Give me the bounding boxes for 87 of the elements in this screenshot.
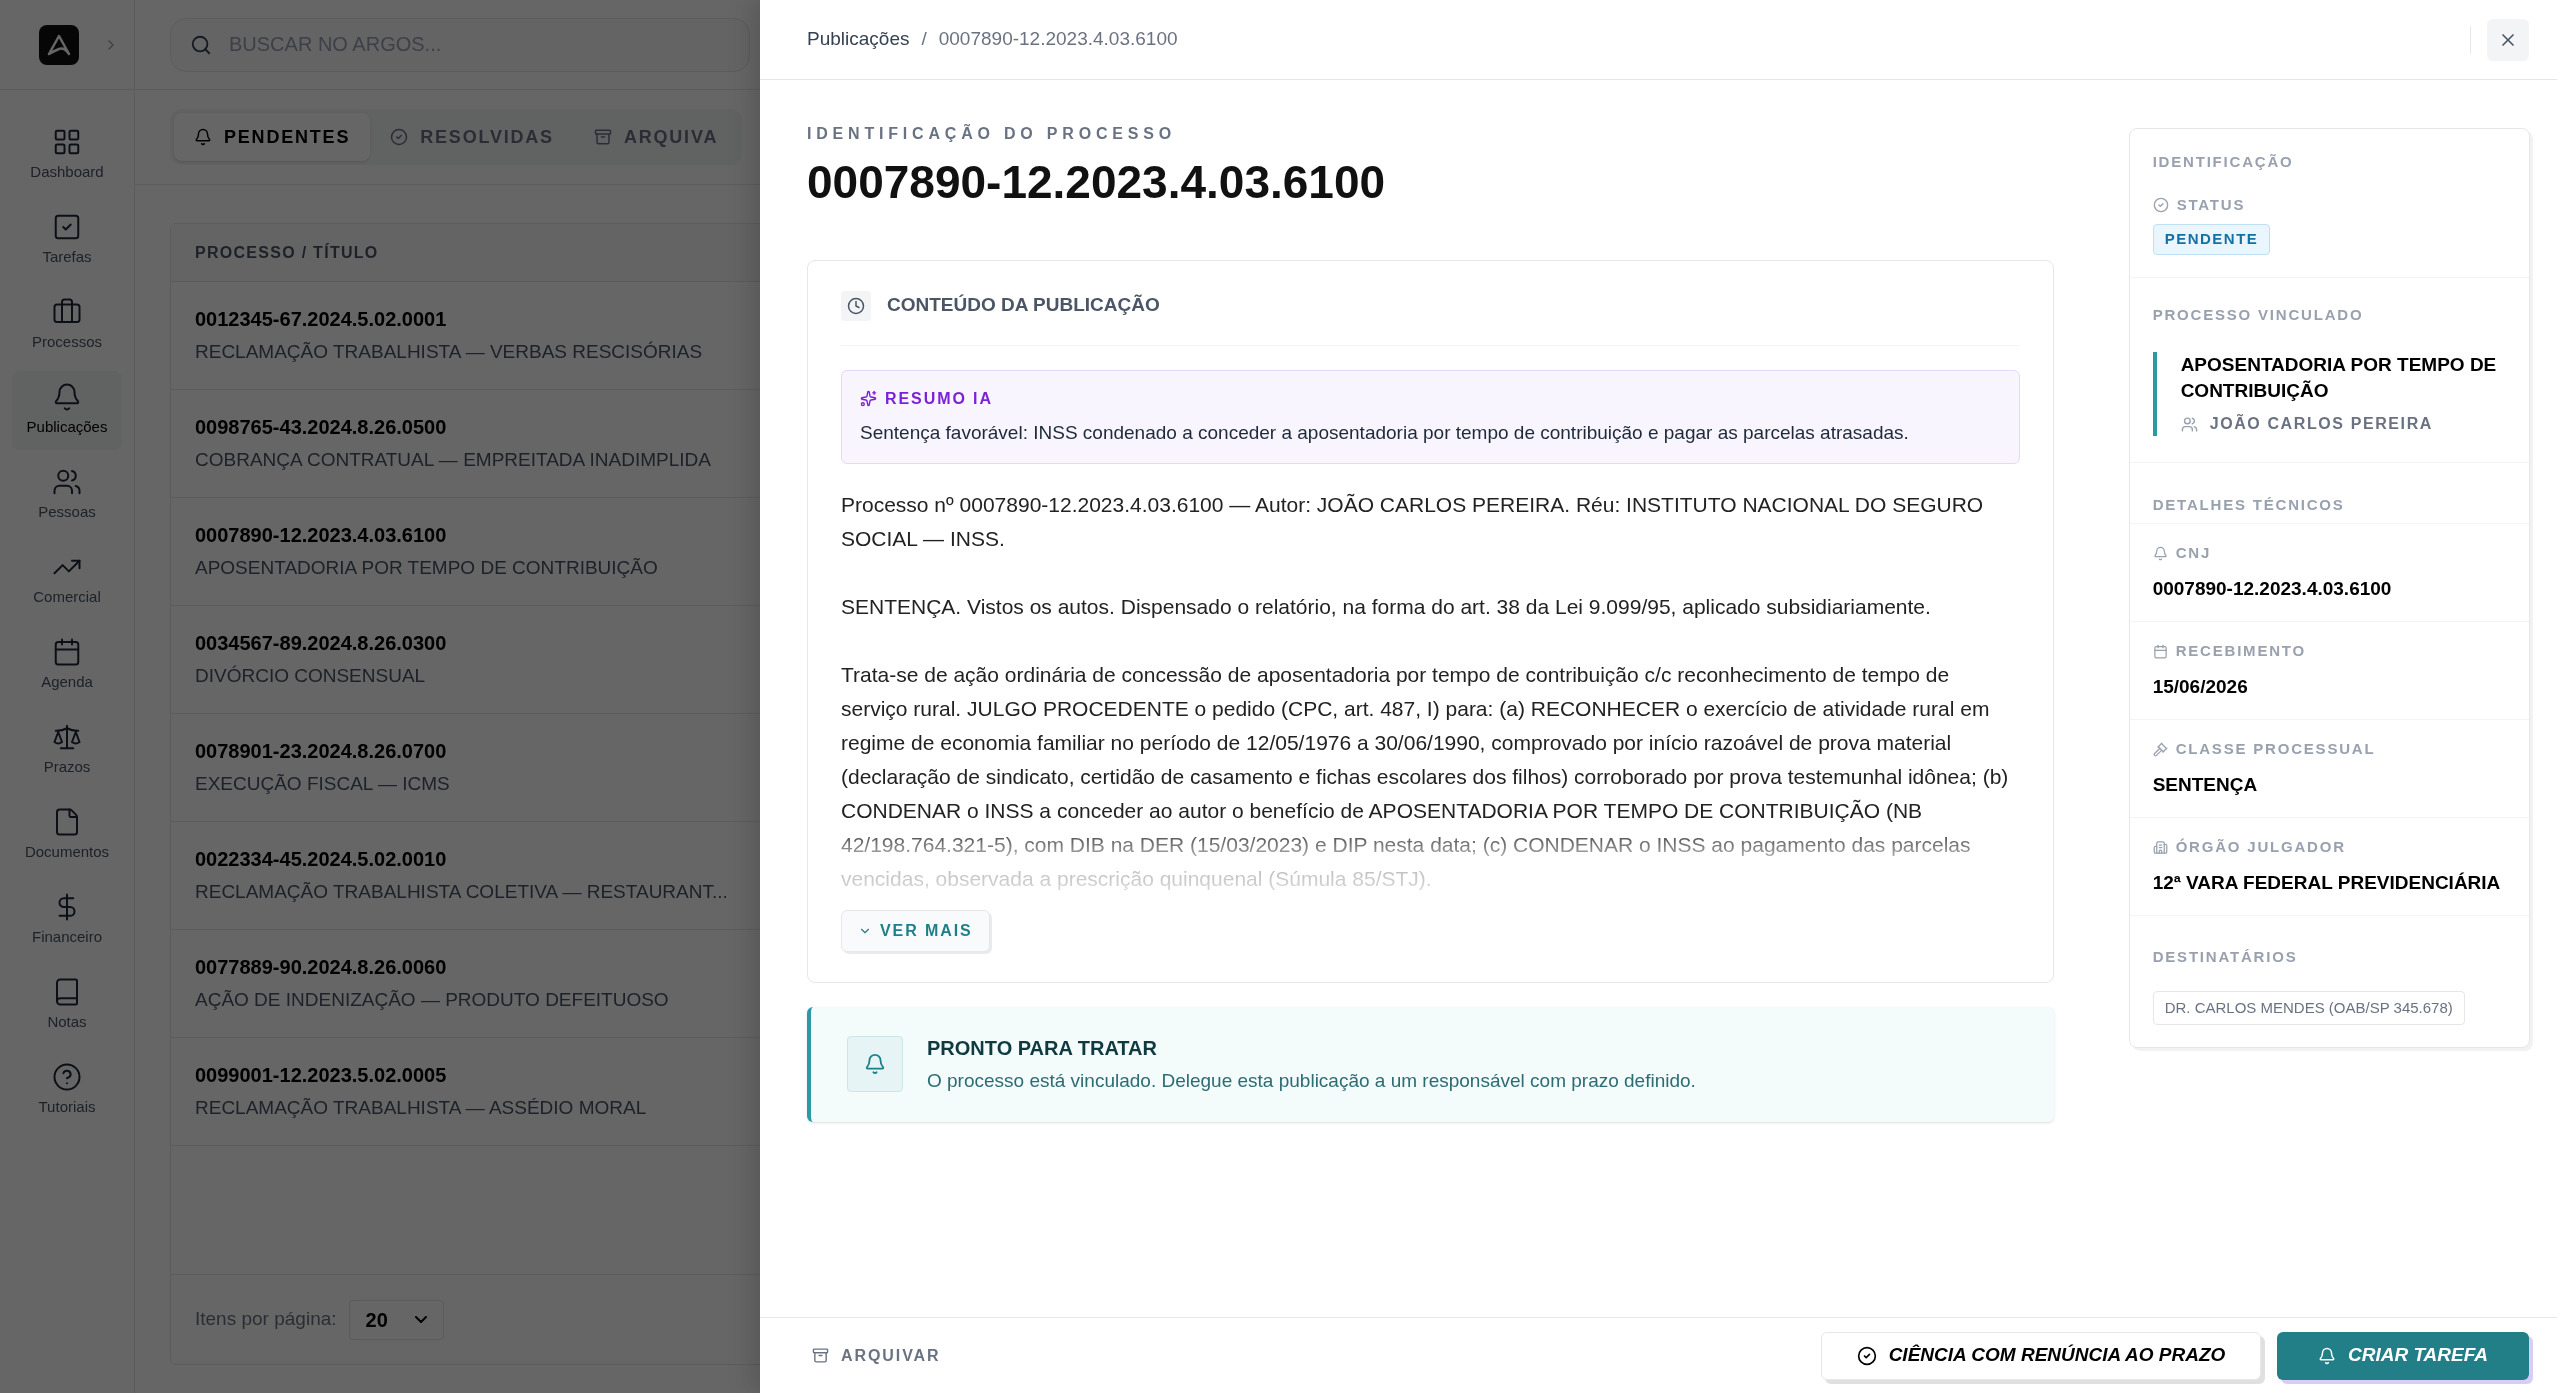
- check-circle-icon: [390, 128, 409, 146]
- tab[interactable]: PENDENTES: [174, 113, 371, 161]
- gavel-icon: [2152, 741, 2168, 757]
- field-label: ÓRGÃO JULGADOR: [2175, 837, 2346, 857]
- process-number: 0007890-12.2023.4.03.6100: [195, 523, 447, 549]
- archive-icon: [812, 1347, 829, 1364]
- bell-icon: [194, 128, 212, 146]
- field-label: RECEBIMENTO: [2175, 641, 2306, 661]
- check-circle-icon: [1856, 1345, 1877, 1366]
- nav-item[interactable]: Documentos: [12, 796, 122, 875]
- section-eyebrow: IDENTIFICAÇÃO DO PROCESSO: [807, 123, 1177, 144]
- page-size-select[interactable]: 20: [348, 1299, 444, 1340]
- nav-item[interactable]: Agenda: [12, 626, 122, 705]
- see-more-button[interactable]: VER MAIS: [841, 910, 990, 952]
- field-label: CNJ: [2175, 543, 2212, 563]
- alert-title: PRONTO PARA TRATAR: [927, 1036, 1158, 1061]
- process-number: 0034567-89.2024.8.26.0300: [195, 631, 447, 657]
- process-number: 0012345-67.2024.5.02.0001: [195, 307, 447, 333]
- process-number: 0022334-45.2024.5.02.0010: [195, 847, 447, 873]
- section-heading: PROCESSO VINCULADO: [2152, 304, 2365, 325]
- field-value: SENTENÇA: [2152, 772, 2259, 797]
- process-title: AÇÃO DE INDENIZAÇÃO — PRODUTO DEFEITUOSO: [195, 988, 669, 1013]
- nav-item[interactable]: Financeiro: [12, 881, 122, 960]
- section-heading: DETALHES TÉCNICOS: [2152, 496, 2345, 513]
- nav-item[interactable]: Tarefas: [12, 201, 122, 280]
- calendar-icon: [2152, 643, 2168, 659]
- caret-icon: [414, 1316, 427, 1323]
- bell-icon: [2317, 1346, 2336, 1365]
- publication-paragraph: SENTENÇA. Vistos os autos. Dispensado o relatório, na forma do art. 38 da Lei 9.099/95, aplicado subsidiariamente.: [841, 594, 1932, 620]
- breadcrumb-current: 0007890-12.2023.4.03.6100: [938, 27, 1178, 52]
- nav-item[interactable]: Prazos: [12, 711, 122, 790]
- sparkle-icon: [860, 390, 877, 407]
- nav-item[interactable]: Publicações: [12, 371, 122, 450]
- process-number: 0077889-90.2024.8.26.0060: [195, 955, 447, 981]
- summary-label: RESUMO IA: [885, 388, 993, 409]
- nav-item[interactable]: Tutoriais: [12, 1051, 122, 1130]
- linked-person: JOÃO CARLOS PEREIRA: [2209, 413, 2433, 434]
- page-size-label: Itens por página:: [195, 1307, 337, 1332]
- nav-item[interactable]: Processos: [12, 286, 122, 365]
- field-label: STATUS: [2176, 194, 2246, 215]
- breadcrumb-separator: /: [921, 27, 927, 52]
- bell-icon: [52, 382, 82, 413]
- bell-icon: [847, 1036, 903, 1093]
- alert-text: O processo está vinculado. Delegue esta publicação a um responsável com prazo definido.: [927, 1069, 1696, 1093]
- process-title: RECLAMAÇÃO TRABALHISTA — ASSÉDIO MORAL: [195, 1096, 647, 1121]
- process-title: COBRANÇA CONTRATUAL — EMPREITADA INADIMPLIDA: [195, 448, 711, 473]
- archive-button[interactable]: ARQUIVAR: [812, 1343, 941, 1368]
- field-value: 12ª VARA FEDERAL PREVIDENCIÁRIA: [2152, 870, 2502, 895]
- summary-text: Sentença favorável: INSS condenado a conceder a aposentadoria por tempo de contribuição e pagar as parcelas atrasadas.: [860, 420, 1910, 445]
- process-title: DIVÓRCIO CONSENSUAL: [195, 664, 426, 689]
- clock-icon: [841, 290, 871, 321]
- check-circle-icon: [2152, 196, 2169, 213]
- field-value: 0007890-12.2023.4.03.6100: [2152, 576, 2393, 601]
- status-badge: PENDENTE: [2152, 224, 2271, 255]
- nav-item[interactable]: Pessoas: [12, 456, 122, 535]
- card-heading: CONTEÚDO DA PUBLICAÇÃO: [887, 293, 1160, 318]
- field-value: 15/06/2026: [2152, 674, 2249, 699]
- close-button[interactable]: [2487, 18, 2529, 61]
- field-label: CLASSE PROCESSUAL: [2175, 739, 2376, 759]
- linked-process[interactable]: APOSENTADORIA POR TEMPO DE CONTRIBUIÇÃO JOÃO CARLOS PEREIRA: [2152, 352, 2506, 436]
- acknowledge-button[interactable]: CIÊNCIA COM RENÚNCIA AO PRAZO: [1821, 1331, 2261, 1380]
- column-header: PROCESSO / TÍTULO: [195, 242, 379, 263]
- nav-item[interactable]: Comercial: [12, 541, 122, 620]
- breadcrumb-link[interactable]: Publicações: [807, 25, 910, 54]
- nav-item[interactable]: Dashboard: [12, 116, 122, 195]
- bell-icon: [2152, 545, 2168, 561]
- process-title: RECLAMAÇÃO TRABALHISTA — VERBAS RESCISÓRIAS: [195, 340, 703, 365]
- search-icon: [190, 33, 212, 56]
- publication-paragraph: Processo nº 0007890-12.2023.4.03.6100 — Autor: JOÃO CARLOS PEREIRA. Réu: INSTITUTO NACIONAL DO SEGURO SOCIAL — INSS.: [841, 492, 1985, 552]
- nav-item[interactable]: Notas: [12, 966, 122, 1045]
- linked-title: APOSENTADORIA POR TEMPO DE CONTRIBUIÇÃO: [2180, 353, 2498, 403]
- process-title: EXECUÇÃO FISCAL — ICMS: [195, 772, 450, 797]
- process-title: RECLAMAÇÃO TRABALHISTA COLETIVA — RESTAURANT...: [195, 880, 728, 905]
- section-heading: DESTINATÁRIOS: [2152, 947, 2299, 967]
- process-number: 0098765-43.2024.8.26.0500: [195, 415, 447, 441]
- process-title: APOSENTADORIA POR TEMPO DE CONTRIBUIÇÃO: [195, 556, 658, 581]
- building-icon: [2152, 839, 2168, 855]
- help-icon: [52, 1062, 82, 1093]
- calendar-icon: [52, 637, 82, 668]
- archive-icon: [593, 128, 612, 146]
- logo-icon: [39, 24, 79, 65]
- process-title: 0007890-12.2023.4.03.6100: [807, 155, 1387, 210]
- section-heading: IDENTIFICAÇÃO: [2152, 152, 2295, 172]
- people-icon: [2180, 415, 2198, 433]
- process-number: 0078901-23.2024.8.26.0700: [195, 739, 447, 765]
- process-number: 0099001-12.2023.5.02.0005: [195, 1063, 447, 1089]
- recipient-tag: DR. CARLOS MENDES (OAB/SP 345.678): [2152, 990, 2465, 1025]
